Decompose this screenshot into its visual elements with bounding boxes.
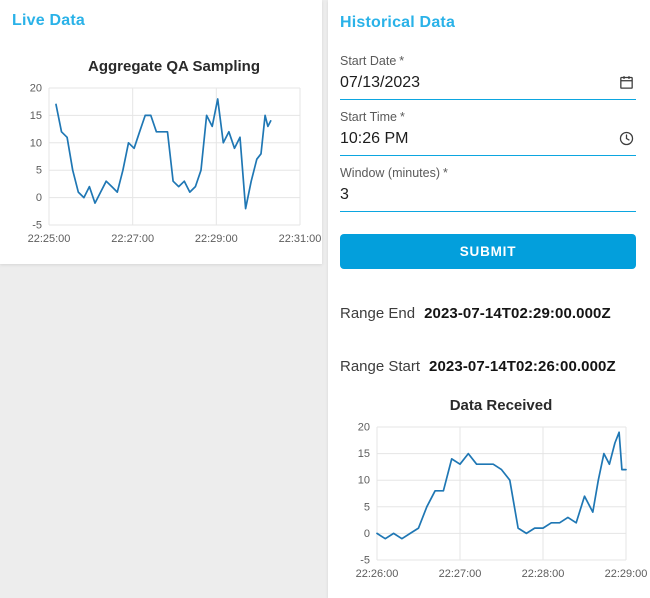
window-minutes-input[interactable] bbox=[340, 180, 636, 209]
start-date-label: Start Date * bbox=[340, 54, 636, 68]
start-time-field: Start Time * bbox=[340, 110, 636, 156]
start-date-field: Start Date * bbox=[340, 54, 636, 100]
range-start-label: Range Start bbox=[340, 358, 421, 375]
svg-text:0: 0 bbox=[364, 528, 370, 540]
svg-text:15: 15 bbox=[358, 448, 370, 460]
svg-text:20: 20 bbox=[358, 422, 370, 434]
historical-data-heading: Historical Data bbox=[340, 14, 456, 31]
start-date-input[interactable] bbox=[340, 68, 616, 97]
range-start-row: Range Start 2023-07-14T02:26:00.000Z bbox=[340, 358, 636, 375]
svg-text:0: 0 bbox=[36, 192, 42, 204]
start-time-label-text: Start Time bbox=[340, 110, 397, 124]
svg-text:22:27:00: 22:27:00 bbox=[111, 233, 154, 245]
window-minutes-label: Window (minutes) * bbox=[340, 166, 636, 180]
live-chart-title: Aggregate QA Sampling bbox=[88, 58, 260, 75]
live-data-panel: Live Data Aggregate QA Sampling -5 0 5 10 15… bbox=[0, 0, 322, 264]
window-minutes-input-row bbox=[340, 180, 636, 212]
clock-icon[interactable] bbox=[616, 129, 636, 149]
svg-text:22:25:00: 22:25:00 bbox=[28, 233, 71, 245]
qa-dashboard: Live Data Aggregate QA Sampling -5 0 5 10 15… bbox=[0, 0, 650, 598]
start-time-label: Start Time * bbox=[340, 110, 636, 124]
start-time-input[interactable] bbox=[340, 124, 616, 153]
svg-text:22:29:00: 22:29:00 bbox=[195, 233, 238, 245]
range-end-value: 2023-07-14T02:29:00.000Z bbox=[424, 305, 611, 322]
live-chart-canvas: -5 0 5 10 15 20 22:25:00 22:27:00 22:29:00 22:31:… bbox=[28, 83, 322, 246]
received-chart-title: Data Received bbox=[449, 397, 553, 414]
svg-text:22:31:00: 22:31:00 bbox=[279, 233, 322, 245]
start-date-label-text: Start Date bbox=[340, 54, 397, 68]
svg-text:-5: -5 bbox=[360, 555, 370, 567]
svg-text:22:28:00: 22:28:00 bbox=[522, 568, 565, 580]
window-minutes-required-asterisk: * bbox=[443, 166, 448, 180]
svg-text:-5: -5 bbox=[32, 220, 42, 232]
historical-data-panel: Historical Data Start Date * 07/13/2023 … bbox=[328, 0, 650, 598]
svg-text:10: 10 bbox=[358, 475, 370, 487]
calendar-icon[interactable] bbox=[616, 73, 636, 93]
svg-text:15: 15 bbox=[30, 110, 42, 122]
svg-text:22:26:00: 22:26:00 bbox=[356, 568, 399, 580]
window-minutes-field: Window (minutes) * bbox=[340, 166, 636, 212]
live-chart: Aggregate QA Sampling -5 0 5 10 15 20 22:25:00… bbox=[12, 58, 322, 255]
start-date-required-asterisk: * bbox=[399, 54, 405, 68]
start-date-input-row bbox=[340, 68, 636, 100]
svg-text:10: 10 bbox=[30, 137, 42, 149]
range-end-row: Range End 2023-07-14T02:29:00.000Z bbox=[340, 305, 636, 322]
svg-text:22:29:00: 22:29:00 bbox=[605, 568, 648, 580]
live-data-heading: Live Data bbox=[12, 12, 85, 29]
svg-text:5: 5 bbox=[364, 501, 370, 513]
svg-text:20: 20 bbox=[30, 83, 42, 95]
submit-button[interactable]: SUBMIT bbox=[340, 234, 636, 269]
window-minutes-label-text: Window (minutes) bbox=[340, 166, 441, 180]
start-time-required-asterisk: * bbox=[399, 110, 405, 124]
range-end-label: Range End bbox=[340, 305, 416, 322]
received-chart-canvas: -5 0 5 10 15 20 22:26:00 22:27:00 22:28:00 22:29:… bbox=[356, 422, 648, 581]
start-time-input-row bbox=[340, 124, 636, 156]
svg-text:5: 5 bbox=[36, 165, 42, 177]
svg-text:22:27:00: 22:27:00 bbox=[439, 568, 482, 580]
received-chart: Data Received -5 0 5 10 15 20 22:26:00 22:27:00… bbox=[340, 397, 648, 590]
range-start-value: 2023-07-14T02:26:00.000Z bbox=[429, 358, 616, 375]
